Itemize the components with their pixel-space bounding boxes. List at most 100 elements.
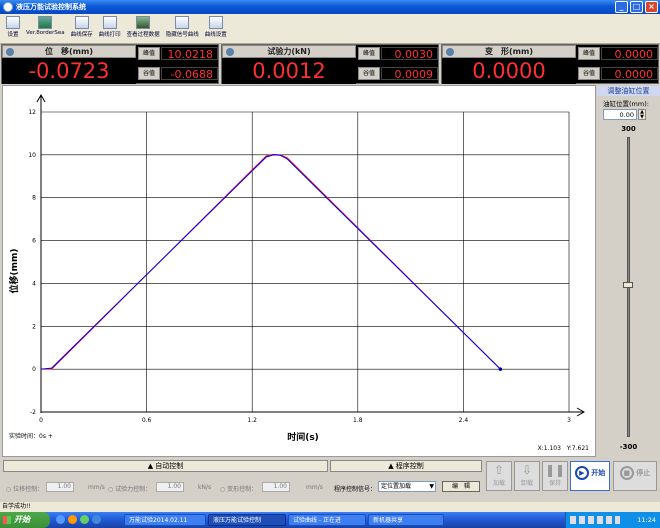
toolbar-data-button[interactable]: 查看过程数据 <box>124 14 163 43</box>
program-control-icon: ▲ <box>388 462 396 470</box>
maximize-button[interactable]: □ <box>630 1 643 13</box>
displacement-peak-label: 峰值 <box>138 47 160 60</box>
down-arrow-icon: ⇩ <box>521 463 533 477</box>
toolbar-curve-button[interactable]: 曲线设置 <box>202 14 230 43</box>
quicklaunch-browser-icon[interactable] <box>92 515 101 524</box>
displacement-header: 位 移(mm) <box>2 45 136 58</box>
slider-max-label: 300 <box>621 125 636 133</box>
unload-button[interactable]: ⇩ 卸载 <box>514 461 540 491</box>
close-button[interactable]: × <box>645 1 658 13</box>
quicklaunch-desktop-icon[interactable] <box>80 515 89 524</box>
gear-icon[interactable] <box>226 48 234 56</box>
taskbar-item[interactable]: 万能试验2014.02.11 <box>124 514 206 526</box>
start-button[interactable]: ▶ 开始 <box>570 461 610 491</box>
force-control-radio[interactable]: ○ 试验力控制： <box>108 484 151 493</box>
edit-button[interactable]: 编 辑 <box>442 481 480 492</box>
hold-button[interactable]: ❚❚ 保持 <box>542 461 568 491</box>
cylinder-position-input[interactable]: 0.00 <box>603 109 637 120</box>
toolbar-device-button[interactable]: Ver.8orderSea <box>23 14 68 43</box>
chart-area[interactable]: 0 0.6 1.2 1.8 2.4 3 -2 0 2 4 6 8 10 12 时间(s) 位移(mm) 实… <box>2 85 596 457</box>
y-tick-label: 12 <box>28 109 36 116</box>
taskbar: 开始 万能试验2014.02.11 液压万能试验控制 试验曲线 - 正在进 新机… <box>0 512 660 528</box>
load-button[interactable]: ⇧ 加载 <box>486 461 512 491</box>
displacement-value: -0.0723 <box>2 58 136 84</box>
y-tick-label: 8 <box>32 195 36 202</box>
y-tick-label: 2 <box>32 323 36 330</box>
deformation-rate-unit: mm/s <box>306 484 323 491</box>
x-tick-label: 0.6 <box>142 417 152 424</box>
taskbar-item[interactable]: 液压万能试验控制 <box>208 514 286 526</box>
deformation-peak-value: 0.0000 <box>601 47 658 61</box>
taskbar-item[interactable]: 试验曲线 - 正在进 <box>288 514 366 526</box>
quicklaunch-ie-icon[interactable] <box>56 515 65 524</box>
force-rate-input[interactable]: 1.00 <box>156 482 184 492</box>
x-tick-label: 0 <box>39 417 43 424</box>
stop-icon: ■ <box>619 466 634 480</box>
force-peak-value: 0.0030 <box>381 47 438 61</box>
taskbar-item[interactable]: 新机器共享 <box>368 514 444 526</box>
toolbar-save-button[interactable]: 曲线保存 <box>68 14 96 43</box>
force-valley-value: 0.0009 <box>381 67 438 81</box>
force-panel: 试验力(kN) 0.0012 峰值 0.0030 谷值 0.0009 <box>221 44 439 84</box>
displacement-peak-value: 10.0218 <box>161 47 218 61</box>
deformation-value: 0.0000 <box>442 58 576 84</box>
force-header: 试验力(kN) <box>222 45 356 58</box>
auto-control-tab[interactable]: ▲ 自动控制 <box>3 460 328 472</box>
quicklaunch-media-icon[interactable] <box>68 515 77 524</box>
program-signal-label: 程序控制信号： <box>334 486 377 493</box>
end-point-marker <box>498 367 503 371</box>
cylinder-slider-handle[interactable] <box>623 282 633 288</box>
deformation-control-radio[interactable]: ○ 变形控制： <box>220 484 257 493</box>
toolbar-print-button[interactable]: 曲线打印 <box>96 14 124 43</box>
force-rate-unit: kN/s <box>198 484 212 491</box>
play-icon: ▶ <box>574 466 589 480</box>
displacement-valley-label: 谷值 <box>138 67 160 80</box>
x-tick-label: 1.2 <box>247 417 257 424</box>
deformation-panel: 变 形(mm) 0.0000 峰值 0.0000 谷值 0.0000 <box>441 44 659 84</box>
gear-icon[interactable] <box>446 48 454 56</box>
displacement-time-chart[interactable]: 0 0.6 1.2 1.8 2.4 3-2024681012 时间(s) 位移(mm) 实… <box>3 86 595 456</box>
print-icon <box>102 16 117 29</box>
deformation-header: 变 形(mm) <box>442 45 576 58</box>
series-line-1 <box>41 153 501 370</box>
y-tick-label: 10 <box>28 152 36 159</box>
cursor-readout: X:1.103 Y:7.621 <box>538 445 590 452</box>
program-control-tab[interactable]: ▲ 程序控制 <box>330 460 482 472</box>
x-tick-label: 2.4 <box>459 417 469 424</box>
status-bar: 自学成功!! <box>0 502 660 512</box>
displacement-control-radio[interactable]: ○ 位移控制： <box>6 484 43 493</box>
y-tick-label: 0 <box>32 366 36 373</box>
quick-launch <box>56 515 101 524</box>
series-line-2 <box>40 154 501 370</box>
system-tray: 11:24 <box>565 512 660 528</box>
force-peak-label: 峰值 <box>358 47 380 60</box>
chevron-down-icon: ▼ <box>429 483 434 490</box>
toolbar-signal-button[interactable]: 隐藏信号曲线 <box>163 14 202 43</box>
windows-logo-icon <box>3 516 11 524</box>
displacement-rate-input[interactable]: 1.00 <box>46 482 74 492</box>
deformation-valley-label: 谷值 <box>578 67 600 80</box>
y-tick-label: -2 <box>30 409 36 416</box>
x-tick-label: 1.8 <box>353 417 363 424</box>
displacement-panel: 位 移(mm) -0.0723 峰值 10.0218 谷值 -0.0688 <box>1 44 219 84</box>
program-signal-select[interactable]: 定位置加载 ▼ <box>378 481 436 492</box>
tray-icons[interactable] <box>570 516 620 524</box>
toolbar-settings-button[interactable]: 设置 <box>3 14 23 43</box>
settings-icon <box>6 16 20 29</box>
cylinder-position-stepper[interactable]: ▲ ▼ <box>638 109 646 120</box>
clock: 11:24 <box>637 516 656 524</box>
y-tick-label: 4 <box>32 280 36 287</box>
minimize-button[interactable]: _ <box>615 1 628 13</box>
x-axis-label: 时间(s) <box>287 431 319 443</box>
toolbar: 设置 Ver.8orderSea 曲线保存 曲线打印 查看过程数据 隐藏信号曲线… <box>0 14 660 44</box>
deformation-rate-input[interactable]: 1.00 <box>262 482 290 492</box>
gear-icon[interactable] <box>6 48 14 56</box>
device-icon <box>38 16 53 29</box>
stop-button[interactable]: ■ 停止 <box>613 461 657 491</box>
start-menu-button[interactable]: 开始 <box>0 512 50 528</box>
pause-icon: ❚❚ <box>544 463 566 477</box>
signal-icon <box>175 16 190 29</box>
data-icon <box>136 16 151 29</box>
y-tick-label: 6 <box>32 238 36 245</box>
cylinder-adjust-title: 调整油缸位置 <box>597 86 660 96</box>
